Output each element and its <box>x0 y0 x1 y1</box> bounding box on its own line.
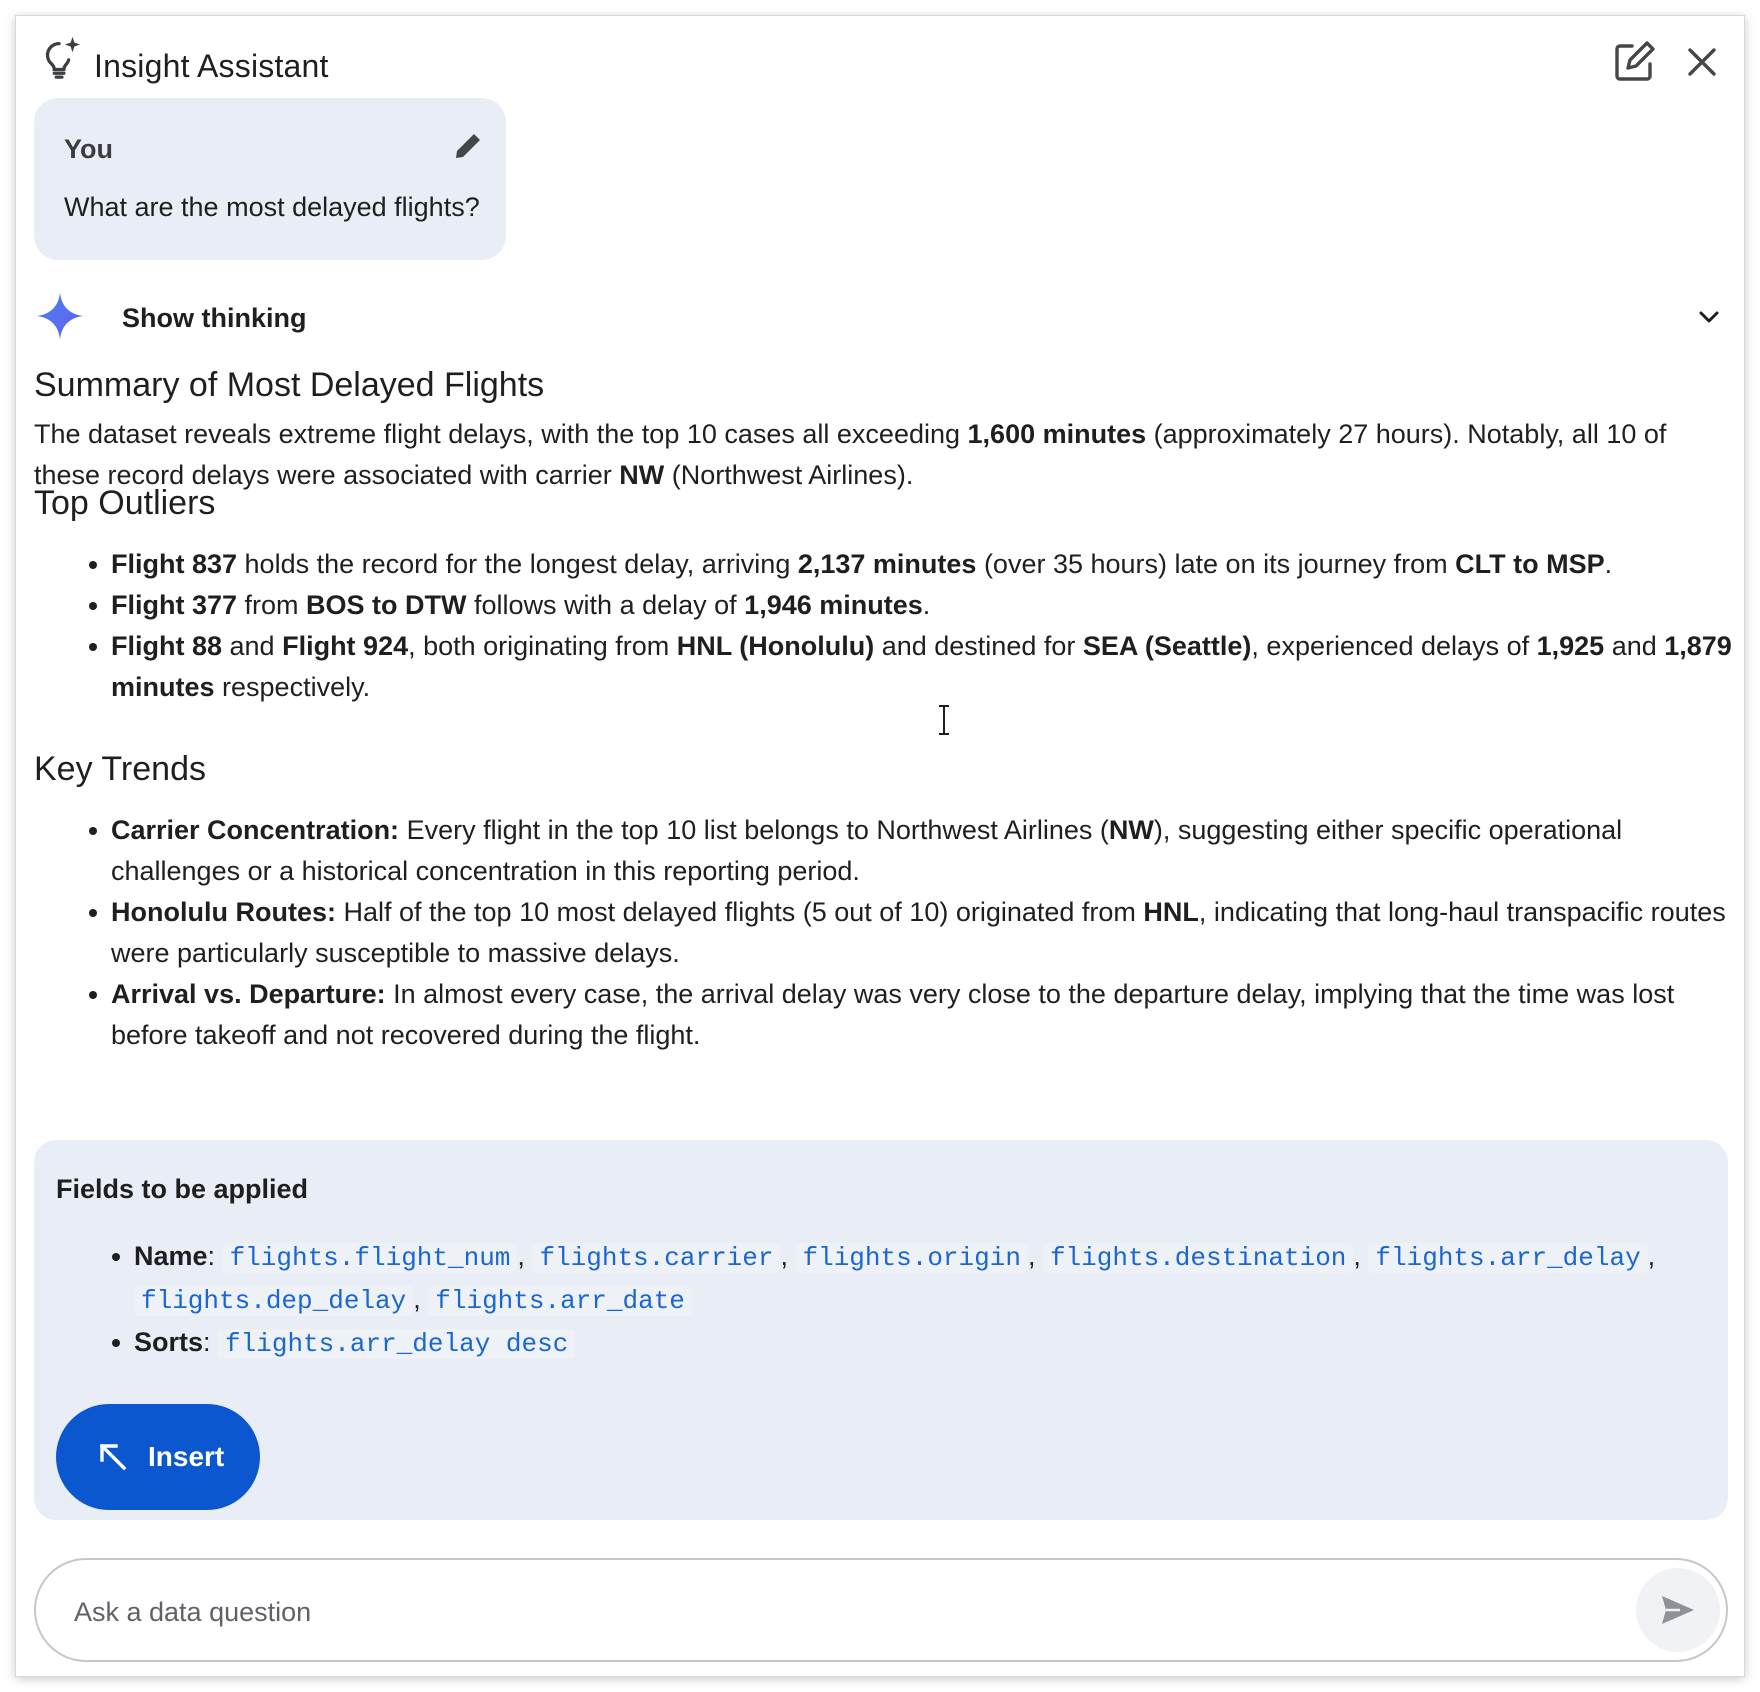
show-thinking-toggle[interactable]: Show thinking <box>34 288 1728 348</box>
text-cursor-icon <box>939 705 949 735</box>
fields-list: Name: flights.flight_num, flights.carrie… <box>34 1236 1714 1365</box>
trends-heading: Key Trends <box>34 750 206 788</box>
user-message-bubble: You What are the most delayed flights? <box>34 98 506 260</box>
chevron-down-icon[interactable] <box>1694 302 1724 332</box>
field-chip: flights.arr_date <box>428 1286 692 1316</box>
field-chip: flights.arr_delay <box>1368 1243 1648 1273</box>
panel-title: Insight Assistant <box>94 48 329 84</box>
send-icon <box>1662 1596 1694 1624</box>
field-chip: flights.origin <box>795 1243 1028 1273</box>
insert-button[interactable]: Insert <box>56 1404 260 1510</box>
summary-paragraph: The dataset reveals extreme flight delay… <box>34 419 1667 490</box>
name-label: Name <box>134 1241 208 1271</box>
ask-question-box <box>34 1558 1728 1662</box>
field-chip: flights.flight_num <box>222 1243 518 1273</box>
sort-chip: flights.arr_delay desc <box>218 1329 576 1359</box>
ask-question-input[interactable] <box>72 1586 1616 1638</box>
field-chip: flights.destination <box>1042 1243 1354 1273</box>
trends-list: Carrier Concentration: Every flight in t… <box>34 810 1734 1056</box>
list-item: Honolulu Routes: Half of the top 10 most… <box>34 892 1734 974</box>
lightbulb-sparkle-icon <box>45 36 81 79</box>
insight-assistant-panel: Insight Assistant You What are the most … <box>16 16 1744 1676</box>
outliers-heading: Top Outliers <box>34 484 216 522</box>
sorts-label: Sorts <box>134 1327 204 1357</box>
summary-heading: Summary of Most Delayed Flights <box>34 366 545 404</box>
show-thinking-label[interactable]: Show thinking <box>122 303 306 334</box>
arrow-up-left-icon <box>99 1443 127 1471</box>
fields-to-apply-card: Fields to be applied Name: flights.fligh… <box>34 1140 1728 1520</box>
close-icon[interactable] <box>1680 40 1724 84</box>
message-author: You <box>64 134 113 164</box>
gemini-sparkle-icon <box>36 292 84 340</box>
name-fields-item: Name: flights.flight_num, flights.carrie… <box>34 1236 1714 1322</box>
field-chip: flights.carrier <box>532 1243 781 1273</box>
user-question-text: What are the most delayed flights? <box>64 192 480 222</box>
outliers-list: Flight 837 holds the record for the long… <box>34 544 1734 708</box>
edit-pencil-icon[interactable] <box>450 128 486 164</box>
insert-label: Insert <box>148 1441 225 1472</box>
list-item: Flight 88 and Flight 924, both originati… <box>34 626 1734 708</box>
list-item: Carrier Concentration: Every flight in t… <box>34 810 1734 892</box>
field-chip: flights.dep_delay <box>134 1286 414 1316</box>
list-item: Arrival vs. Departure: In almost every c… <box>34 974 1734 1056</box>
fields-card-title: Fields to be applied <box>56 1174 309 1204</box>
edit-new-chat-icon[interactable] <box>1612 40 1656 84</box>
list-item: Flight 837 holds the record for the long… <box>34 544 1734 585</box>
sorts-item: Sorts: flights.arr_delay desc <box>34 1322 1714 1365</box>
send-button[interactable] <box>1636 1568 1720 1652</box>
list-item: Flight 377 from BOS to DTW follows with … <box>34 585 1734 626</box>
